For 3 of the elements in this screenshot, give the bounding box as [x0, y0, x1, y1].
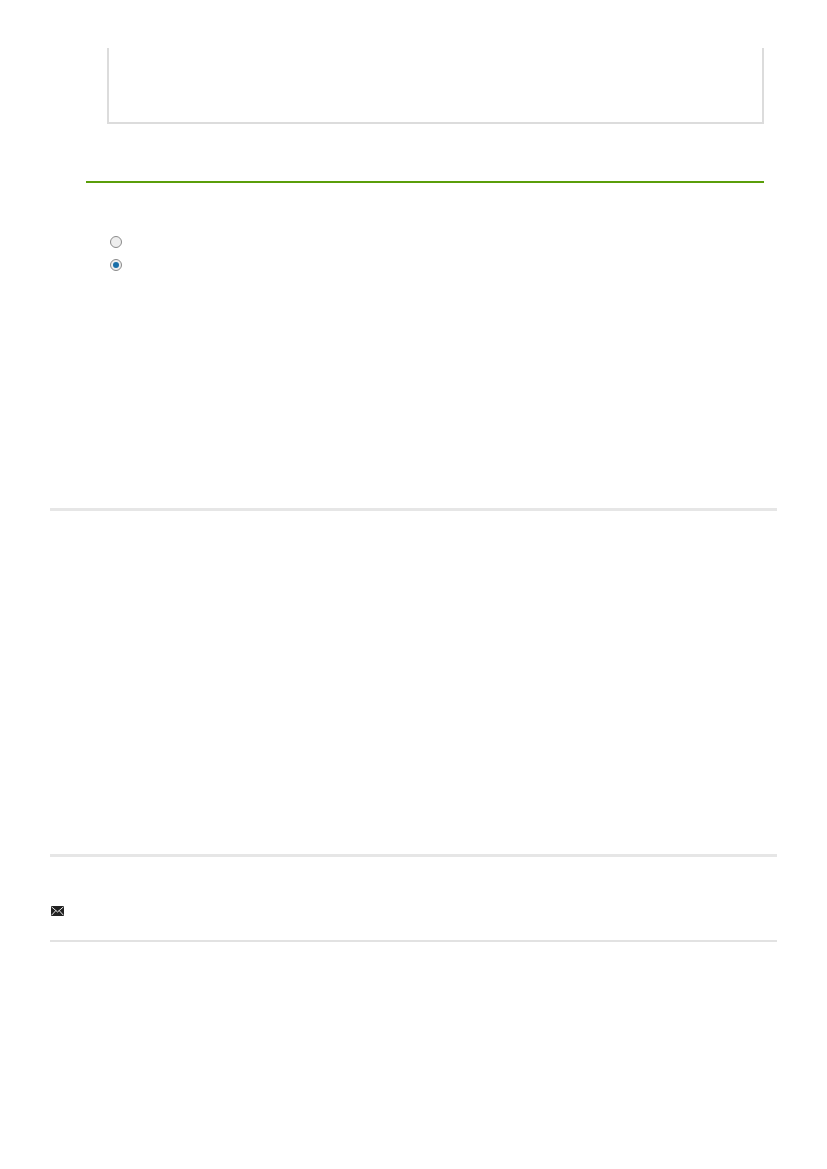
- radio-button[interactable]: [110, 236, 122, 248]
- radio-button[interactable]: [110, 259, 122, 271]
- mail-icon[interactable]: [51, 906, 64, 916]
